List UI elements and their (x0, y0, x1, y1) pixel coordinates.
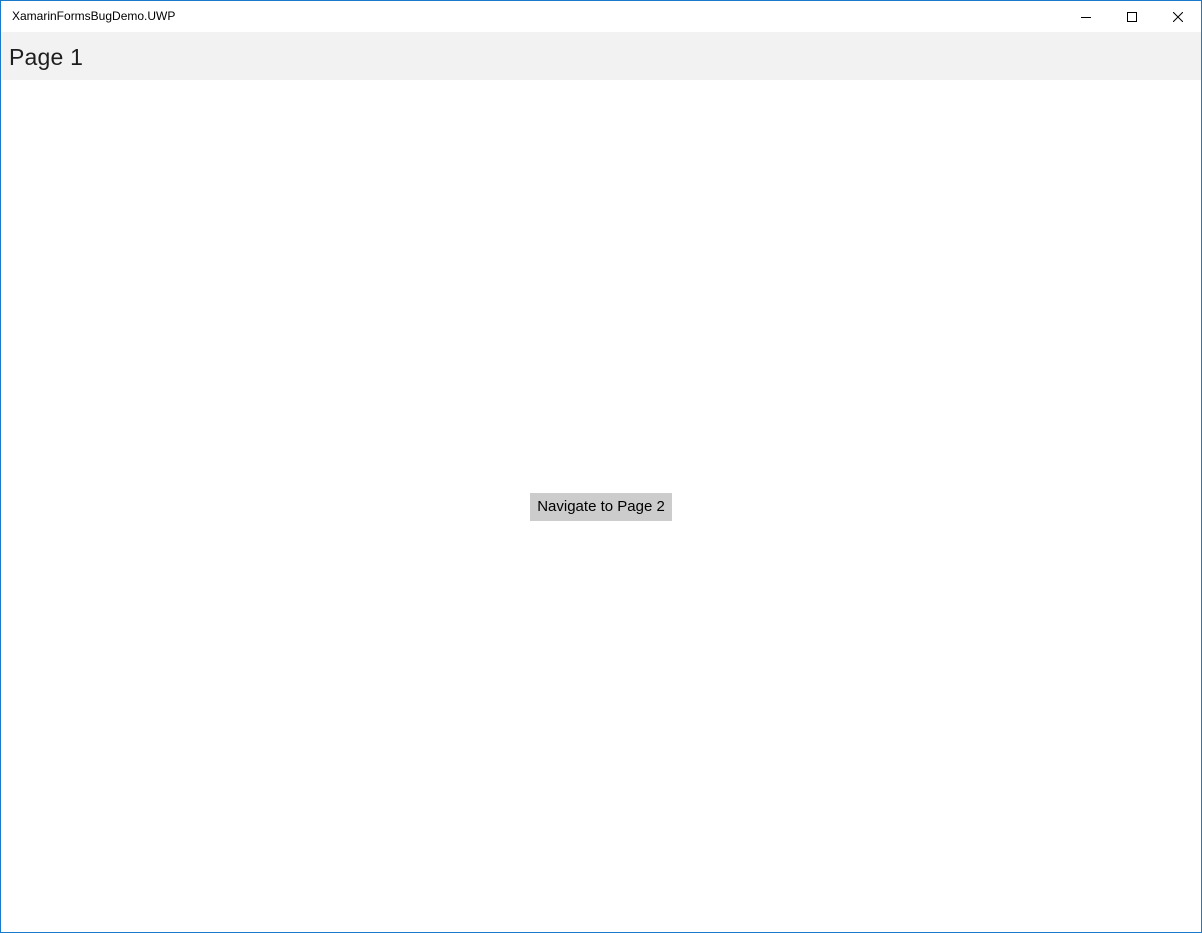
minimize-button[interactable] (1063, 1, 1109, 32)
page-content: Navigate to Page 2 (1, 80, 1201, 932)
title-bar[interactable]: XamarinFormsBugDemo.UWP (1, 1, 1201, 32)
navigation-bar: Page 1 (1, 32, 1201, 80)
close-button[interactable] (1155, 1, 1201, 32)
window-title: XamarinFormsBugDemo.UWP (12, 9, 176, 23)
maximize-icon (1127, 11, 1137, 22)
maximize-button[interactable] (1109, 1, 1155, 32)
navigate-to-page-2-button[interactable]: Navigate to Page 2 (530, 493, 672, 521)
page-title: Page 1 (9, 44, 84, 70)
minimize-icon (1081, 16, 1091, 18)
app-window: XamarinFormsBugDemo.UWP Page 1 Navigate … (0, 0, 1202, 933)
close-icon (1173, 11, 1183, 22)
